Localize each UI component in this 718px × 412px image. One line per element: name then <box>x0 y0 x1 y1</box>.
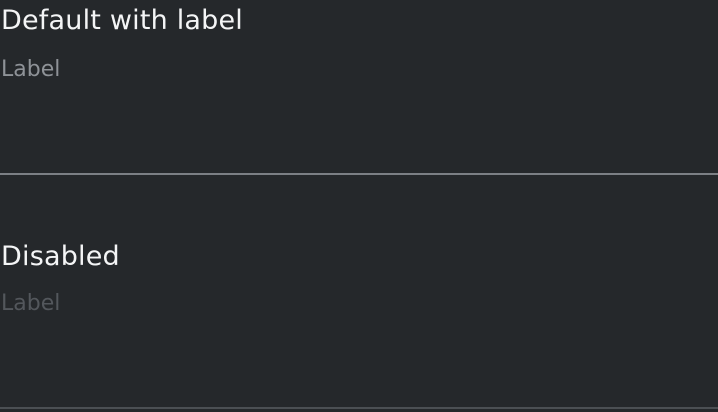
default-with-label-section: Default with label Label <box>0 0 718 176</box>
text-field-underline <box>0 173 718 175</box>
default-text-field[interactable]: Label <box>0 50 718 176</box>
disabled-text-field-underline <box>0 407 718 409</box>
section-title-disabled: Disabled <box>1 241 120 272</box>
disabled-text-field-label: Label <box>1 291 61 316</box>
textfield-demo-page: Default with label Label Disabled Label <box>0 0 718 412</box>
disabled-section: Disabled Label <box>0 235 718 412</box>
text-field-label: Label <box>1 57 61 82</box>
section-title-default: Default with label <box>1 5 243 36</box>
disabled-text-field: Label <box>0 286 718 412</box>
